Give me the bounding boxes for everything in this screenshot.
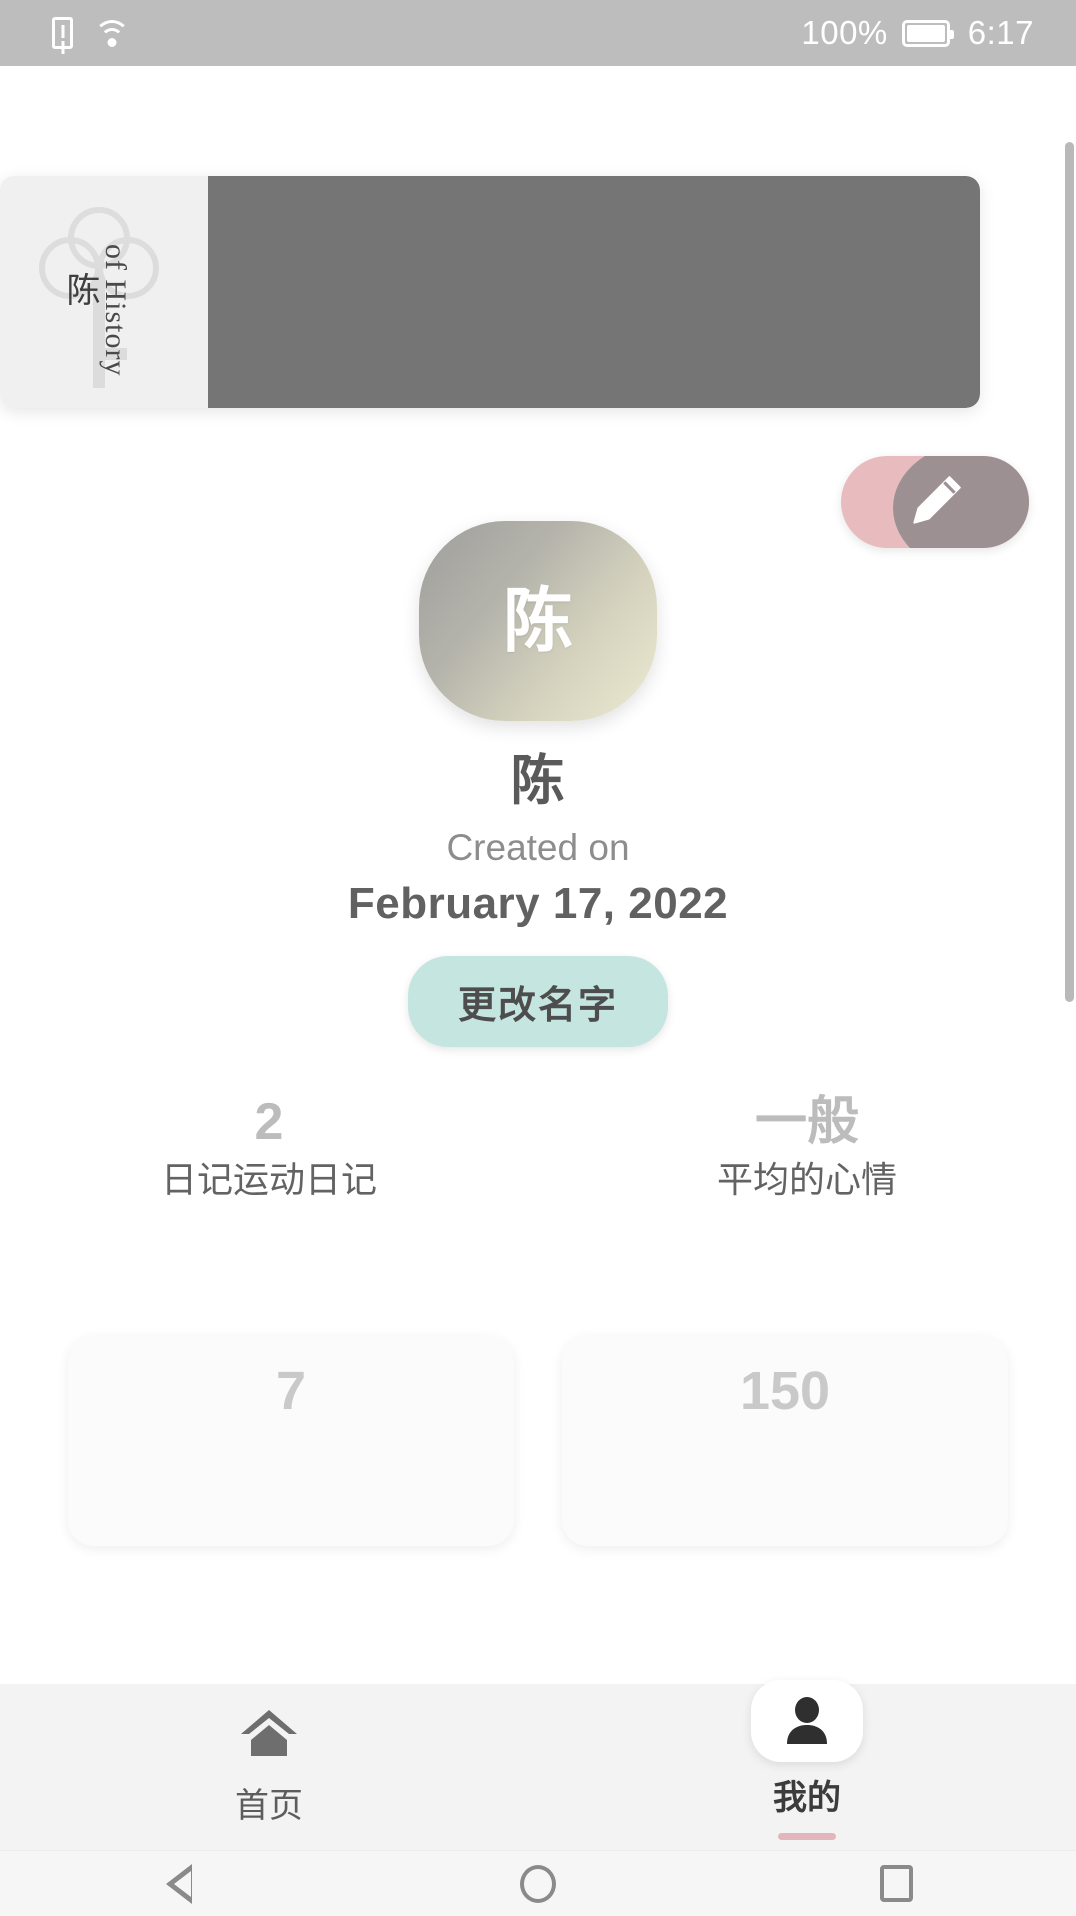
change-name-button[interactable]: 更改名字 (407, 956, 668, 1047)
created-on-date: February 17, 2022 (347, 879, 729, 928)
stat-card[interactable]: 7 (68, 1336, 514, 1546)
system-recents-button[interactable] (817, 1851, 977, 1916)
scroll-content: of History 陈 陈 陈 Created on February 17,… (0, 66, 1076, 1916)
stat-label: 平均的心情 (716, 1159, 897, 1200)
battery-full-icon (901, 19, 954, 47)
status-time-label: 6:17 (967, 14, 1034, 51)
banner-vertical-text: of History (99, 244, 132, 377)
battery-percent-label: 100% (801, 14, 888, 51)
status-bar: 100% 6:17 (0, 0, 1076, 66)
stats-card-grid: 7 150 (0, 1336, 1076, 1546)
banner-vertical-char: 陈 (61, 272, 99, 306)
stat-card[interactable]: 150 (562, 1336, 1008, 1546)
stat-value: 一般 (754, 1093, 859, 1151)
back-triangle-icon (166, 1863, 193, 1904)
banner-card[interactable]: of History 陈 (0, 176, 980, 408)
nav-label-mine: 我的 (773, 1779, 841, 1817)
phone-screen: 100% 6:17 of History 陈 陈 陈 Created on Fe… (0, 0, 1076, 1916)
banner-card-right (208, 176, 980, 408)
nav-item-home[interactable]: 首页 (139, 1698, 399, 1827)
banner-card-left: of History 陈 (0, 176, 208, 408)
nav-item-mine[interactable]: 我的 (677, 1680, 937, 1840)
stat-value: 150 (739, 1361, 831, 1421)
stat-cell: 2 日记运动日记 (0, 1096, 538, 1198)
status-bar-left (52, 17, 131, 49)
scrollbar-track[interactable] (1064, 132, 1076, 1916)
wifi-icon (93, 18, 131, 48)
nav-label-home: 首页 (235, 1787, 303, 1825)
system-home-button[interactable] (458, 1851, 618, 1916)
profile-name: 陈 (510, 751, 566, 811)
system-back-button[interactable] (99, 1851, 259, 1916)
android-system-nav (0, 1850, 1076, 1916)
edit-fab[interactable] (841, 456, 1029, 548)
scrollbar-thumb[interactable] (1065, 142, 1074, 1002)
stat-cell: 一般 平均的心情 (538, 1096, 1076, 1198)
person-icon (751, 1680, 863, 1762)
stat-value: 2 (254, 1093, 284, 1151)
created-on-label: Created on (446, 827, 630, 868)
stat-label: 日记运动日记 (160, 1159, 377, 1200)
home-circle-icon (519, 1864, 556, 1903)
avatar[interactable]: 陈 (419, 521, 657, 721)
stats-grid: 2 日记运动日记 一般 平均的心情 (0, 1096, 1076, 1198)
pencil-icon (902, 469, 968, 535)
home-icon (223, 1698, 315, 1770)
avatar-letter: 陈 (503, 582, 573, 660)
status-bar-right: 100% 6:17 (801, 14, 1034, 52)
nav-active-indicator (778, 1833, 836, 1840)
banner-carousel[interactable]: of History 陈 (0, 176, 980, 408)
simcard-alert-icon (52, 17, 73, 49)
recents-square-icon (880, 1865, 914, 1902)
stat-value: 7 (275, 1361, 307, 1421)
rename-button-wrap: 更改名字 (0, 956, 1076, 1047)
bottom-navigation: 首页 我的 (0, 1680, 1076, 1850)
